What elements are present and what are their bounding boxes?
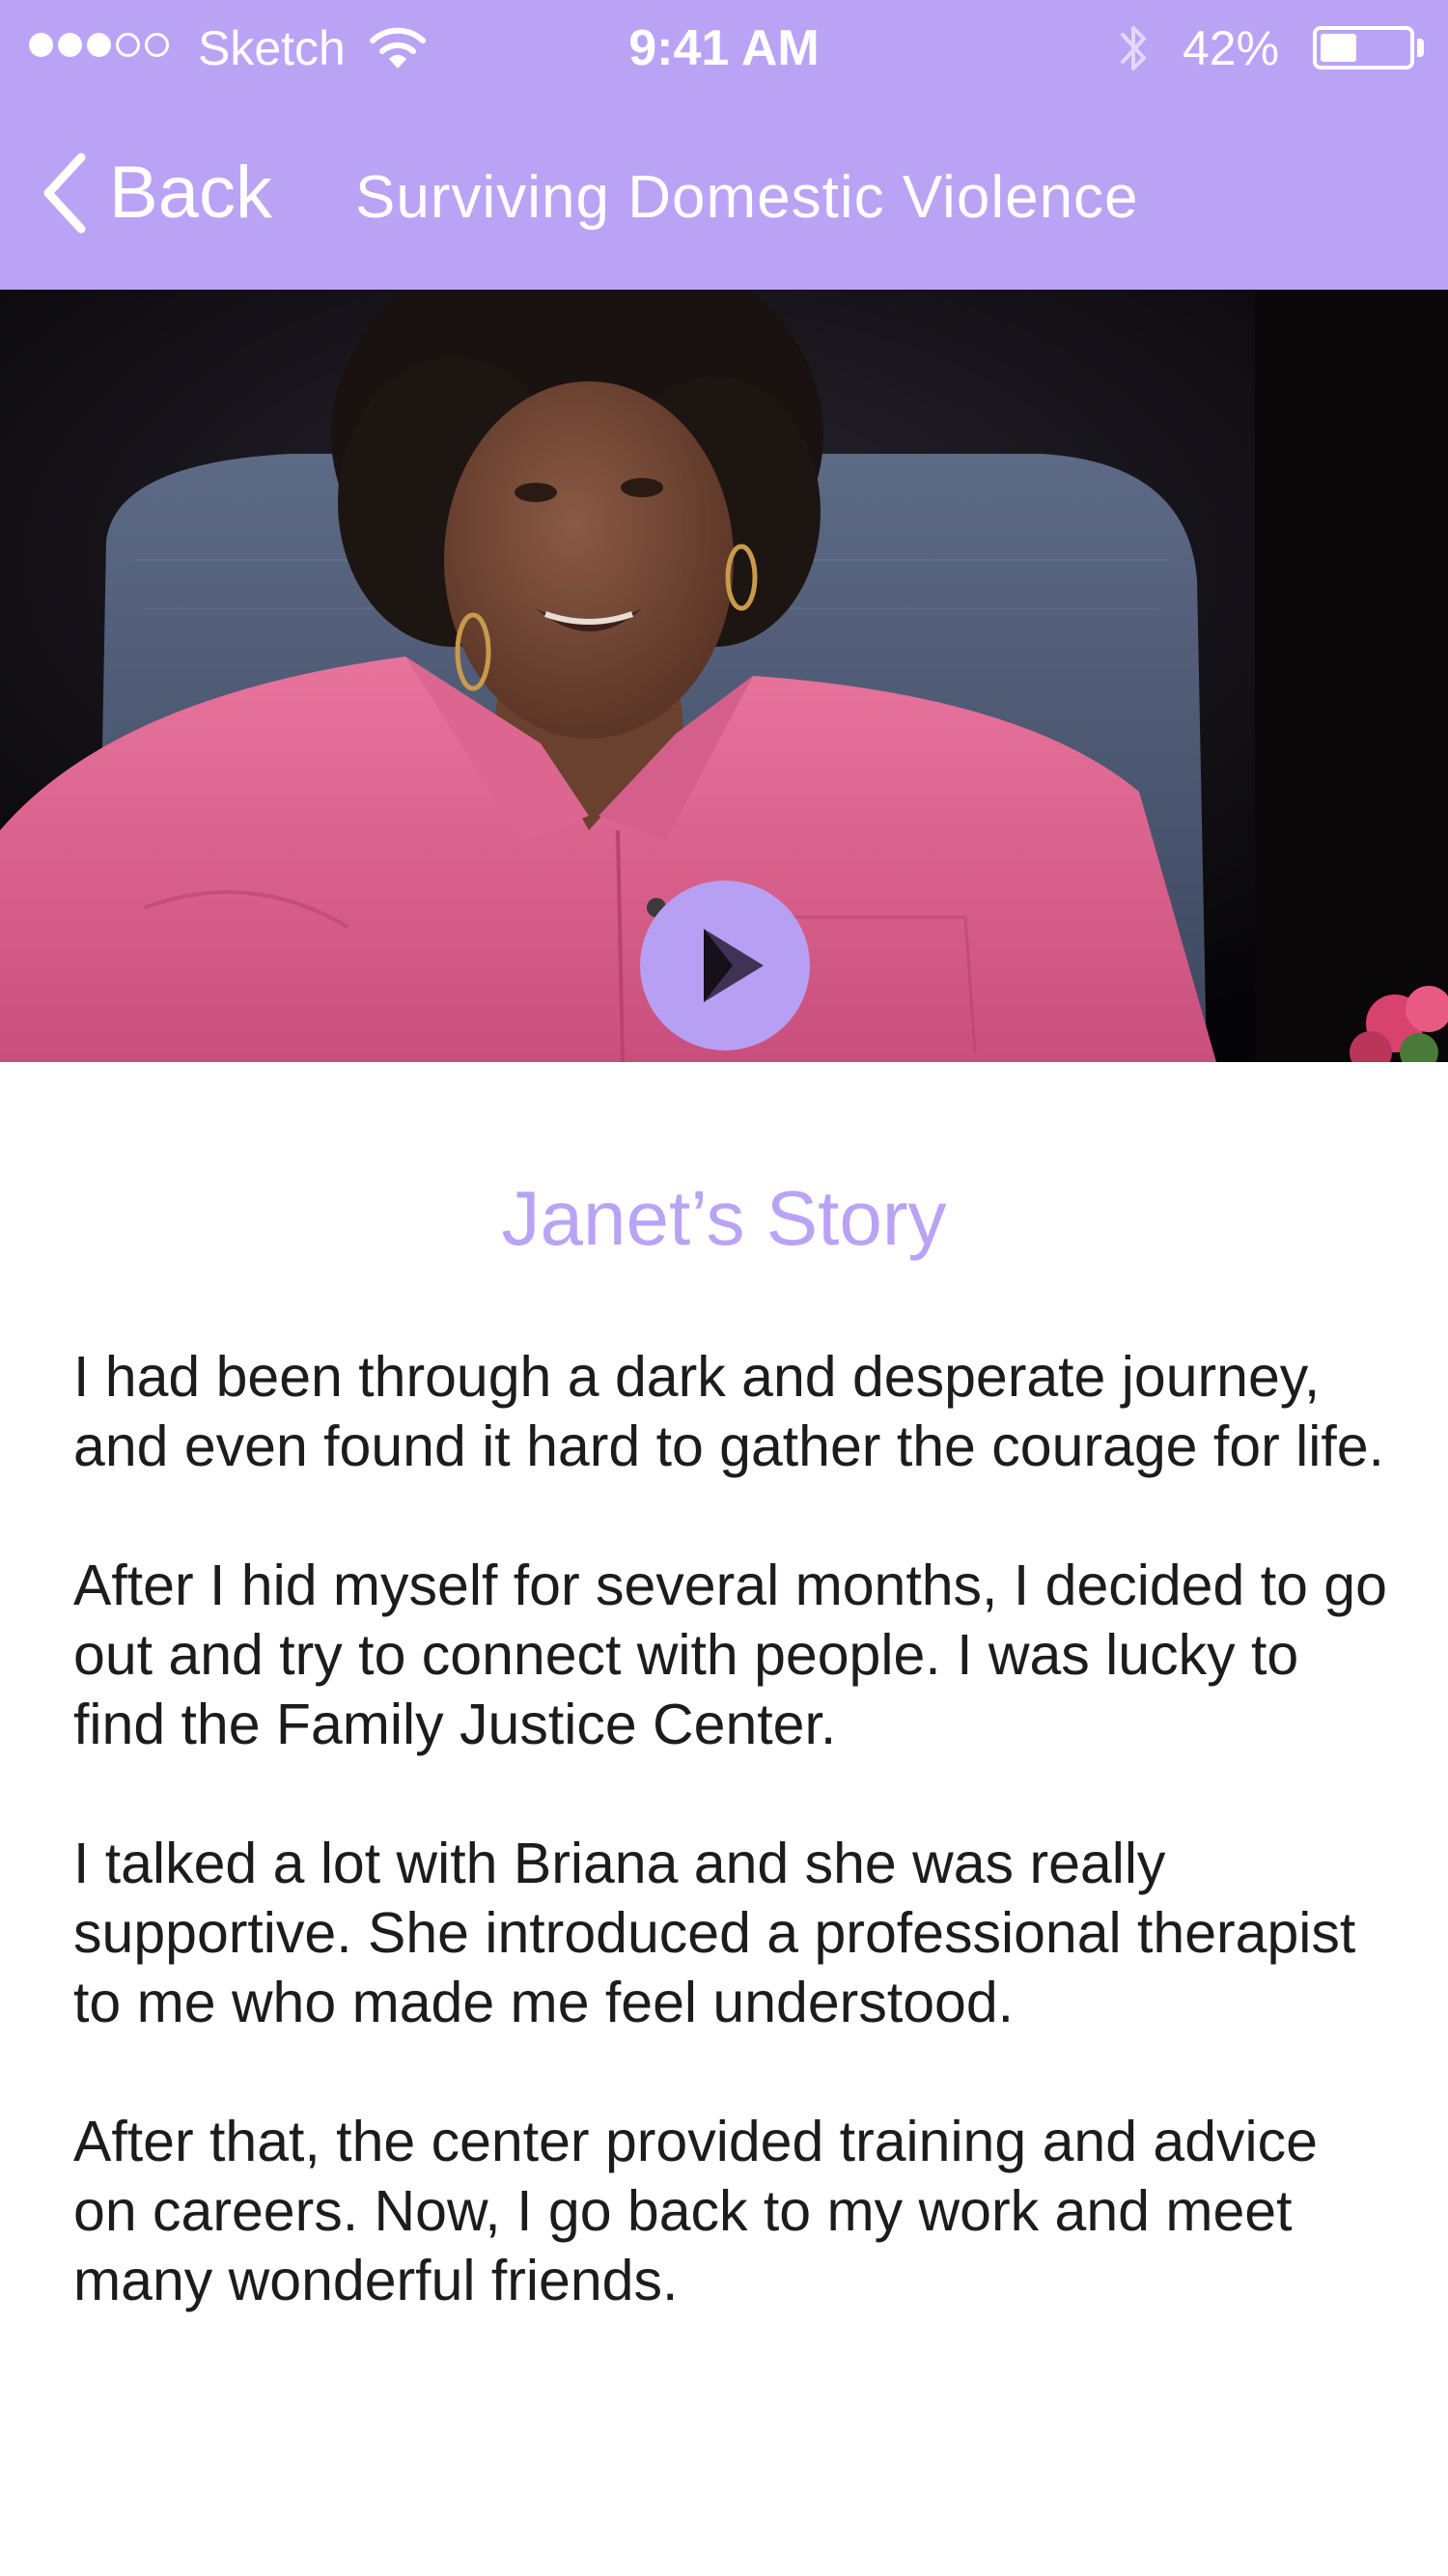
story-paragraph: I talked a lot with Briana and she was r… bbox=[73, 1832, 1356, 2034]
story-text: I had been through a dark and desperate … bbox=[73, 1342, 1396, 2385]
carrier-name: Sketch bbox=[198, 21, 346, 75]
back-button[interactable]: Back bbox=[39, 140, 272, 246]
signal-dot bbox=[145, 33, 169, 57]
story-paragraph: After I hid myself for several months, I… bbox=[73, 1554, 1387, 1756]
header: Sketch 9:41 AM 42% Back Surviving Domest… bbox=[0, 0, 1448, 290]
play-button[interactable] bbox=[640, 881, 810, 1050]
play-icon bbox=[704, 929, 764, 1002]
page-title: Surviving Domestic Violence bbox=[355, 164, 1139, 231]
battery-tip bbox=[1417, 39, 1424, 57]
back-button-label: Back bbox=[109, 152, 272, 234]
story-title: Janet’s Story bbox=[501, 1175, 947, 1261]
status-bar: Sketch 9:41 AM 42% bbox=[0, 0, 1448, 97]
wifi-icon bbox=[370, 27, 426, 69]
battery-icon bbox=[1313, 26, 1414, 70]
signal-dot bbox=[58, 33, 82, 57]
navigation-bar: Back Surviving Domestic Violence bbox=[0, 97, 1448, 290]
signal-dot bbox=[87, 33, 111, 57]
signal-strength-icon bbox=[29, 33, 169, 57]
status-time: 9:41 AM bbox=[628, 20, 820, 76]
video-player[interactable] bbox=[0, 290, 1448, 1062]
signal-dot bbox=[29, 33, 53, 57]
story-paragraph: I had been through a dark and desperate … bbox=[73, 1345, 1384, 1478]
battery-level-fill bbox=[1321, 34, 1356, 62]
chevron-left-icon bbox=[43, 153, 86, 234]
bluetooth-icon bbox=[1121, 26, 1146, 70]
signal-dot bbox=[116, 33, 140, 57]
battery-percentage: 42% bbox=[1183, 21, 1280, 75]
story-paragraph: After that, the center provided training… bbox=[73, 2110, 1318, 2312]
